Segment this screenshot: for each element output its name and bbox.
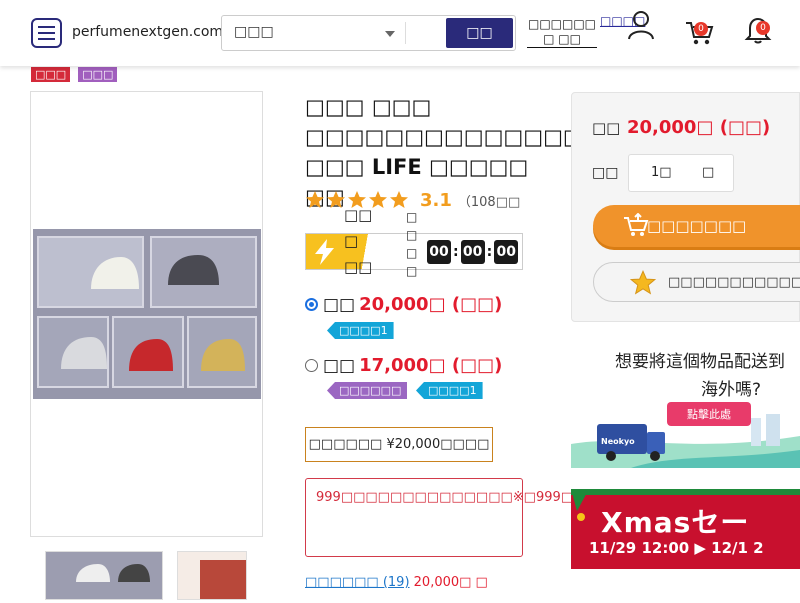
notification-count-badge: 0 [756,21,770,35]
free-shipping-notice: □□□□□□ ¥20,000□□□□ [305,427,493,462]
thumbnail-2[interactable] [177,551,247,600]
option-price: 20,000□ (□□) [359,294,503,315]
tag-red[interactable]: □□□ [31,67,71,82]
user-icon[interactable] [627,10,655,40]
timer-hours: 00 [427,240,451,264]
option-new[interactable]: □□ 20,000□ (□□) [305,294,502,315]
option-radio-selected[interactable] [305,298,318,311]
quantity-unit: □ [702,165,715,180]
product-main-image[interactable] [33,229,261,399]
chevron-down-icon [385,31,395,37]
option-tag: □□□□□□ [327,382,408,399]
add-to-cart-button[interactable]: □□□□□□□ [593,205,800,247]
star-icon [306,191,324,208]
banner-subline: 海外嗎? [701,380,762,400]
flash-sale-box: □□ □ □□ □ □ □ □ 00 : 00 : 00 [305,206,523,278]
banner-headline: 想要將這個物品配送到 [615,352,785,372]
option-label: □□ [323,294,356,315]
product-tags: □□□ □□□ [31,67,118,82]
site-header: perfumenextgen.com □□□ □□ □□□□□□ □ □□ □□… [0,0,800,66]
header-link-login[interactable]: □□□□ [600,14,645,28]
xmas-title: Xmasセー [601,506,750,539]
purchase-box: □□ 20,000□ (□□) □□ 1□ □ □□□□□□□ □□□□□□□□… [571,92,800,322]
menu-icon[interactable] [31,18,62,48]
star-icon [630,270,656,295]
cart-count-badge: 0 [694,22,708,36]
search-bar: □□□ □□ [221,15,516,51]
banner-brand: Neokyo [601,437,635,446]
price-value: 20,000□ (□□) [627,117,771,138]
search-button[interactable]: □□ [446,18,513,48]
tag-purple[interactable]: □□□ [78,67,118,82]
option-radio[interactable] [305,359,318,372]
option-price: 17,000□ (□□) [359,355,503,376]
product-gallery [30,91,263,537]
search-category-select[interactable]: □□□ [234,24,274,40]
xmas-sale-banner[interactable]: Xmasセー 11/29 12:00 ▶ 12/1 2 [571,489,800,569]
option-tag: □□□□1 [416,382,483,399]
site-name[interactable]: perfumenextgen.com [72,24,223,40]
header-link-account[interactable]: □□□□□□ □ □□ [527,17,597,48]
stock-notice: 999□□□□□□□□□□□□□□※□999□□□□□□□□□□□□□□□□□ [305,478,770,557]
search-divider [405,22,406,44]
other-offers-price: 20,000□ □ [413,575,488,590]
timer-minutes: 00 [460,240,485,264]
price-label: □□ [592,119,621,137]
option-used[interactable]: □□ 17,000□ (□□) [305,355,502,376]
overseas-shipping-banner[interactable]: 想要將這個物品配送到 海外嗎? 點擊此處 Neokyo [571,342,800,468]
favorite-label: □□□□□□□□□□□□ [668,274,800,290]
add-to-cart-label: □□□□□□□ [647,217,747,235]
option-tag: □□□□1 [327,322,394,339]
other-offers-label[interactable]: □□□□□□ (19) [305,575,410,590]
favorite-button[interactable]: □□□□□□□□□□□□ [593,262,800,302]
lightning-icon [315,239,334,265]
flash-sale-side-text: □ □ □ □ [406,210,418,278]
thumbnail-1[interactable] [45,551,163,600]
flash-sale-label: □□ □ □□ [344,206,373,276]
option-label: □□ [323,355,356,376]
cart-add-icon [624,213,649,236]
rating-value: 3.1 [420,189,452,211]
star-icon [390,191,408,208]
review-count[interactable]: （108□□ [458,191,520,210]
timer-seconds: 00 [494,240,519,264]
xmas-dates: 11/29 12:00 ▶ 12/1 2 [589,539,764,557]
quantity-select[interactable]: 1□ □ [628,154,734,192]
star-icon [327,191,345,208]
countdown-timer: 00 : 00 : 00 [427,240,519,264]
quantity-value: 1□ [651,165,672,180]
quantity-label: □□ [592,165,619,181]
other-offers-link[interactable]: □□□□□□ (19) 20,000□ □ [305,575,488,590]
